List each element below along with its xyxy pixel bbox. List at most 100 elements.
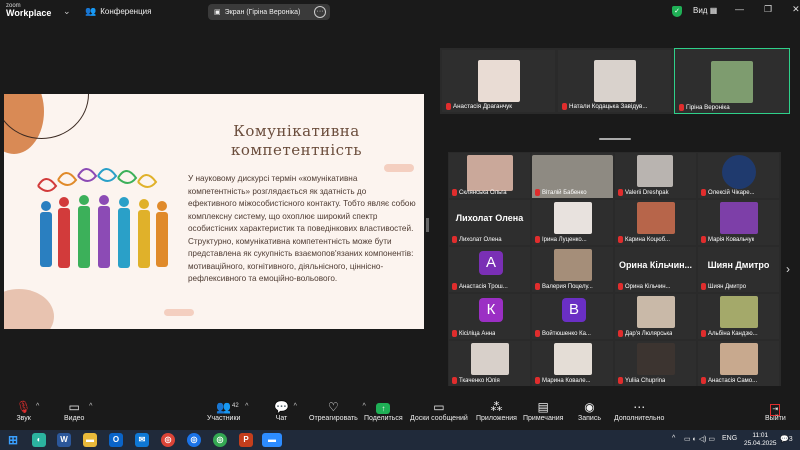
chevron-down-icon[interactable]: ⌄ [63,6,71,17]
notes-button[interactable]: ▤ Примечания [523,400,563,422]
meeting-label: Конференция [100,7,152,16]
chat-label: Чат [275,415,288,422]
participant-tile[interactable]: Валерия Поцелу... [532,247,613,292]
shield-icon[interactable]: ✓ [672,6,682,17]
participant-name: Анастасія Само... [708,377,758,384]
participant-tile[interactable]: Дар'я Люлярська [615,294,696,339]
audio-button[interactable]: 🎙 Звук ^ [16,400,39,422]
participant-tile[interactable]: А Анастасія Трош... [449,247,530,292]
record-button[interactable]: ◉ Запись [578,400,601,422]
participant-tile[interactable]: Віталій Бабенко [532,153,613,198]
participant-video [467,155,513,191]
apps-button[interactable]: ⁂ Приложения [476,400,517,422]
mail-icon[interactable]: ✉ [135,433,149,447]
participant-tile[interactable]: Лихолат Олена Лихолат Олена [449,200,530,245]
file-explorer-icon[interactable]: ▬ [83,433,97,447]
record-label: Запись [578,415,601,422]
zoom-taskbar-icon[interactable]: ▬ [262,433,282,447]
resize-handle[interactable] [426,218,429,232]
participant-display-name: Шиян Дмитро [707,260,770,270]
participant-tile[interactable]: Ірина Луценко... [532,200,613,245]
participant-tile[interactable]: Олексій Чікаре... [698,153,779,198]
meeting-info-button[interactable]: 👥 Конференция [85,6,151,17]
participant-tile[interactable]: Марина Ковале... [532,341,613,386]
participant-tile[interactable]: К Кісіліца Анна [449,294,530,339]
decor-shape [4,289,54,329]
participant-tile-active[interactable]: Гіріна Вероніка [674,48,790,114]
chevron-up-icon[interactable]: ^ [89,403,92,410]
participants-count: 42 [232,403,239,409]
decor-shape [164,309,194,316]
chevron-up-icon[interactable]: ^ [294,403,297,410]
notification-count: 3 [788,436,793,443]
participant-name: Анастасія Драганчук [453,103,512,110]
participant-video [637,202,675,234]
chrome-icon[interactable]: ◎ [161,433,175,447]
participant-tile[interactable]: Склянська Ольга [449,153,530,198]
leave-button[interactable]: ⇥ Выйти [765,400,786,422]
participant-tile[interactable]: Орина Кільчин... Орина Кільчин... [615,247,696,292]
participant-tile[interactable]: Альбіна Кандзю... [698,294,779,339]
participant-name: Альбіна Кандзю... [708,330,758,337]
participant-video [554,343,592,375]
participant-tile[interactable]: Yuliia Chuprina [615,341,696,386]
more-button[interactable]: ⋯ Дополнительно [614,400,664,422]
next-page-icon[interactable]: › [786,262,790,276]
video-button[interactable]: ▭ Видео ^ [64,400,92,422]
participant-video [471,343,509,375]
participant-tile[interactable]: Марія Ковальчук [698,200,779,245]
participants-label: Участники [207,415,241,422]
mic-muted-icon [535,236,540,243]
more-label: Дополнительно [614,415,665,422]
participant-name: Кісіліца Анна [459,330,496,337]
close-icon[interactable]: ✕ [792,4,800,15]
mic-muted-icon [701,283,706,290]
mic-muted-icon [452,236,457,243]
word-icon[interactable]: W [57,433,71,447]
language-indicator[interactable]: ENG [722,435,737,442]
mic-muted-icon [618,377,623,384]
participant-name: Ірина Луценко... [542,236,587,243]
participant-video [637,296,675,328]
participant-tile[interactable]: Натали Кодацька Завідув... [558,50,671,112]
windows-start-icon[interactable]: ⊞ [6,433,20,447]
chrome-profile-icon[interactable]: ◎ [213,433,227,447]
view-button[interactable]: Вид ▦ [693,6,717,15]
chat-button[interactable]: 💬 Чат ^ [274,400,297,422]
participant-tile[interactable]: В Войтюшенко Ка... [532,294,613,339]
participant-video [720,202,758,234]
participant-tile[interactable]: Анастасія Само... [698,341,779,386]
mic-muted-icon [452,189,457,196]
participant-tile[interactable]: Valerii Dreshpak [615,153,696,198]
edge-icon[interactable]: ◎ [187,433,201,447]
chevron-up-icon[interactable]: ^ [36,403,39,410]
tray-icons[interactable]: ▭ ◐ ◁) ▭ [684,435,715,443]
tray-chevron-up-icon[interactable]: ^ [672,435,675,442]
notifications-icon[interactable]: 💬3 [780,435,793,443]
slide-title: Комунікативна компетентність [230,122,363,159]
panel-divider[interactable] [599,138,631,140]
copilot-icon[interactable]: ◐ [32,433,46,447]
share-screen-button[interactable]: ↑ Поделиться [364,400,403,422]
participant-name: Склянська Ольга [459,189,507,196]
chevron-up-icon[interactable]: ^ [245,403,248,410]
mic-muted-icon [618,330,623,337]
more-icon[interactable]: ··· [314,6,326,18]
participant-tile[interactable]: Ткаченко Юлія [449,341,530,386]
exit-icon: ⇥ [765,400,786,416]
react-button[interactable]: ♡ Отреагировать ^ [309,400,366,422]
clock[interactable]: 11:01 25.04.2025 [744,432,777,448]
zoom-window: { "app": {"logo_top": "zoom", "logo_bott… [0,0,800,450]
screen-share-indicator[interactable]: ▣ Экран (Гіріна Вероніка) ··· [208,4,330,20]
outlook-icon[interactable]: O [109,433,123,447]
participant-tile[interactable]: Анастасія Драганчук [442,50,555,112]
powerpoint-icon[interactable]: P [239,433,253,447]
participant-name: Олексій Чікаре... [708,189,755,196]
whiteboard-button[interactable]: ▭ Доски сообщений [410,400,468,422]
participant-tile[interactable]: Карина Коцюб... [615,200,696,245]
minimize-icon[interactable]: — [735,4,744,15]
decor-arc [4,94,89,139]
maximize-icon[interactable]: ❐ [764,4,772,15]
apps-label: Приложения [476,415,517,422]
participant-tile[interactable]: Шиян Дмитро Шиян Дмитро [698,247,779,292]
